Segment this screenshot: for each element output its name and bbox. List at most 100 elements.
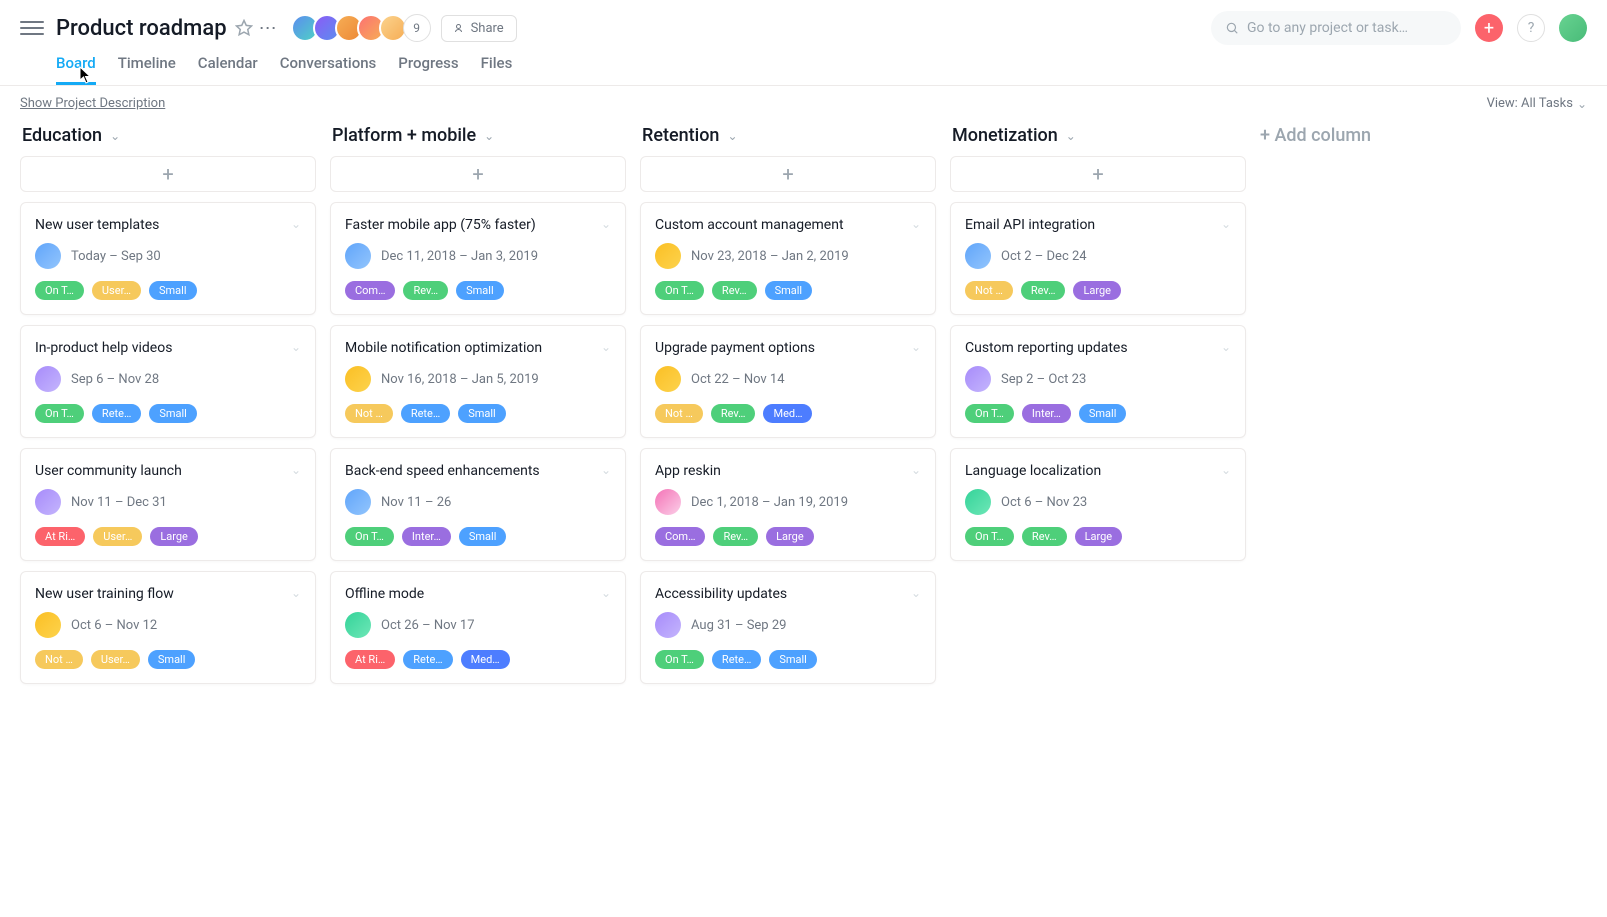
tag[interactable]: Small xyxy=(1079,404,1127,423)
assignee-avatar[interactable] xyxy=(345,489,371,515)
card-menu-icon[interactable]: ⌄ xyxy=(601,463,611,477)
assignee-avatar[interactable] xyxy=(655,612,681,638)
task-card[interactable]: New user training flow⌄Oct 6 – Nov 12Not… xyxy=(20,571,316,684)
tag[interactable]: Small xyxy=(148,650,196,669)
tab-board[interactable]: Board xyxy=(56,54,96,85)
tag[interactable]: User… xyxy=(93,527,142,546)
tag[interactable]: On T… xyxy=(965,527,1014,546)
add-column-button[interactable]: + Add column xyxy=(1260,121,1460,150)
add-card-button[interactable]: + xyxy=(20,156,316,192)
tag[interactable]: User… xyxy=(92,281,141,300)
task-card[interactable]: In-product help videos⌄Sep 6 – Nov 28On … xyxy=(20,325,316,438)
add-card-button[interactable]: + xyxy=(950,156,1246,192)
tag[interactable]: Inter… xyxy=(402,527,451,546)
profile-avatar[interactable] xyxy=(1559,14,1587,42)
task-card[interactable]: Accessibility updates⌄Aug 31 – Sep 29On … xyxy=(640,571,936,684)
task-card[interactable]: Email API integration⌄Oct 2 – Dec 24Not … xyxy=(950,202,1246,315)
tag[interactable]: Rev… xyxy=(1022,527,1067,546)
card-menu-icon[interactable]: ⌄ xyxy=(601,586,611,600)
assignee-avatar[interactable] xyxy=(965,489,991,515)
tag[interactable]: Small xyxy=(149,404,197,423)
tag[interactable]: Large xyxy=(1075,527,1123,546)
tag[interactable]: Large xyxy=(1073,281,1121,300)
tag[interactable]: Inter… xyxy=(1022,404,1071,423)
task-card[interactable]: App reskin⌄Dec 1, 2018 – Jan 19, 2019Com… xyxy=(640,448,936,561)
add-card-button[interactable]: + xyxy=(640,156,936,192)
tag[interactable]: Rev… xyxy=(1021,281,1066,300)
assignee-avatar[interactable] xyxy=(655,489,681,515)
tag[interactable]: Not … xyxy=(345,404,393,423)
tag[interactable]: On T… xyxy=(965,404,1014,423)
tag[interactable]: Com… xyxy=(655,527,705,546)
card-menu-icon[interactable]: ⌄ xyxy=(1221,217,1231,231)
more-icon[interactable]: ⋯ xyxy=(259,18,279,39)
assignee-avatar[interactable] xyxy=(345,366,371,392)
tab-conversations[interactable]: Conversations xyxy=(280,54,377,85)
tag[interactable]: Small xyxy=(769,650,817,669)
card-menu-icon[interactable]: ⌄ xyxy=(911,463,921,477)
tag[interactable]: Small xyxy=(149,281,197,300)
chevron-down-icon[interactable]: ⌄ xyxy=(110,129,120,143)
task-card[interactable]: Custom reporting updates⌄Sep 2 – Oct 23O… xyxy=(950,325,1246,438)
global-add-button[interactable]: + xyxy=(1475,14,1503,42)
tag[interactable]: Large xyxy=(150,527,198,546)
tag[interactable]: Com… xyxy=(345,281,395,300)
card-menu-icon[interactable]: ⌄ xyxy=(291,586,301,600)
tag[interactable]: Not … xyxy=(655,404,703,423)
tab-files[interactable]: Files xyxy=(481,54,513,85)
tab-progress[interactable]: Progress xyxy=(398,54,458,85)
card-menu-icon[interactable]: ⌄ xyxy=(1221,463,1231,477)
card-menu-icon[interactable]: ⌄ xyxy=(911,586,921,600)
tag[interactable]: Rev… xyxy=(713,527,758,546)
card-menu-icon[interactable]: ⌄ xyxy=(911,217,921,231)
chevron-down-icon[interactable]: ⌄ xyxy=(484,129,494,143)
tag[interactable]: Rete… xyxy=(712,650,761,669)
task-card[interactable]: New user templates⌄Today – Sep 30On T…Us… xyxy=(20,202,316,315)
search-input[interactable]: Go to any project or task… xyxy=(1211,11,1461,45)
task-card[interactable]: Custom account management⌄Nov 23, 2018 –… xyxy=(640,202,936,315)
tag[interactable]: On T… xyxy=(655,281,704,300)
task-card[interactable]: Language localization⌄Oct 6 – Nov 23On T… xyxy=(950,448,1246,561)
tag[interactable]: Med… xyxy=(461,650,510,669)
assignee-avatar[interactable] xyxy=(35,366,61,392)
tag[interactable]: Rev… xyxy=(711,404,756,423)
help-button[interactable]: ? xyxy=(1517,14,1545,42)
chevron-down-icon[interactable]: ⌄ xyxy=(727,129,737,143)
chevron-down-icon[interactable]: ⌄ xyxy=(1066,129,1076,143)
assignee-avatar[interactable] xyxy=(965,243,991,269)
menu-icon[interactable] xyxy=(20,16,44,40)
card-menu-icon[interactable]: ⌄ xyxy=(291,340,301,354)
tag[interactable]: Not … xyxy=(35,650,83,669)
show-description-link[interactable]: Show Project Description xyxy=(20,96,165,111)
column-header[interactable]: Monetization⌄ xyxy=(950,121,1246,156)
task-card[interactable]: Back-end speed enhancements⌄Nov 11 – 26O… xyxy=(330,448,626,561)
assignee-avatar[interactable] xyxy=(345,612,371,638)
card-menu-icon[interactable]: ⌄ xyxy=(291,463,301,477)
view-selector[interactable]: View: All Tasks ⌄ xyxy=(1487,96,1587,111)
tag[interactable]: On T… xyxy=(35,281,84,300)
tab-timeline[interactable]: Timeline xyxy=(118,54,176,85)
tag[interactable]: Small xyxy=(458,404,506,423)
task-card[interactable]: Offline mode⌄Oct 26 – Nov 17At Ri…Rete…M… xyxy=(330,571,626,684)
tag[interactable]: Rev… xyxy=(712,281,757,300)
star-icon[interactable] xyxy=(235,19,253,37)
assignee-avatar[interactable] xyxy=(345,243,371,269)
assignee-avatar[interactable] xyxy=(35,612,61,638)
tag[interactable]: User… xyxy=(91,650,140,669)
tag[interactable]: On T… xyxy=(655,650,704,669)
tag[interactable]: At Ri… xyxy=(345,650,395,669)
share-button[interactable]: Share xyxy=(441,15,517,42)
tag[interactable]: On T… xyxy=(345,527,394,546)
assignee-avatar[interactable] xyxy=(655,366,681,392)
assignee-avatar[interactable] xyxy=(965,366,991,392)
card-menu-icon[interactable]: ⌄ xyxy=(601,217,611,231)
tag[interactable]: Small xyxy=(456,281,504,300)
tag[interactable]: On T… xyxy=(35,404,84,423)
card-menu-icon[interactable]: ⌄ xyxy=(1221,340,1231,354)
tag[interactable]: Small xyxy=(459,527,507,546)
tag[interactable]: Rete… xyxy=(401,404,450,423)
tag[interactable]: Small xyxy=(765,281,813,300)
tag[interactable]: Rete… xyxy=(92,404,141,423)
tag[interactable]: Rete… xyxy=(403,650,452,669)
card-menu-icon[interactable]: ⌄ xyxy=(911,340,921,354)
